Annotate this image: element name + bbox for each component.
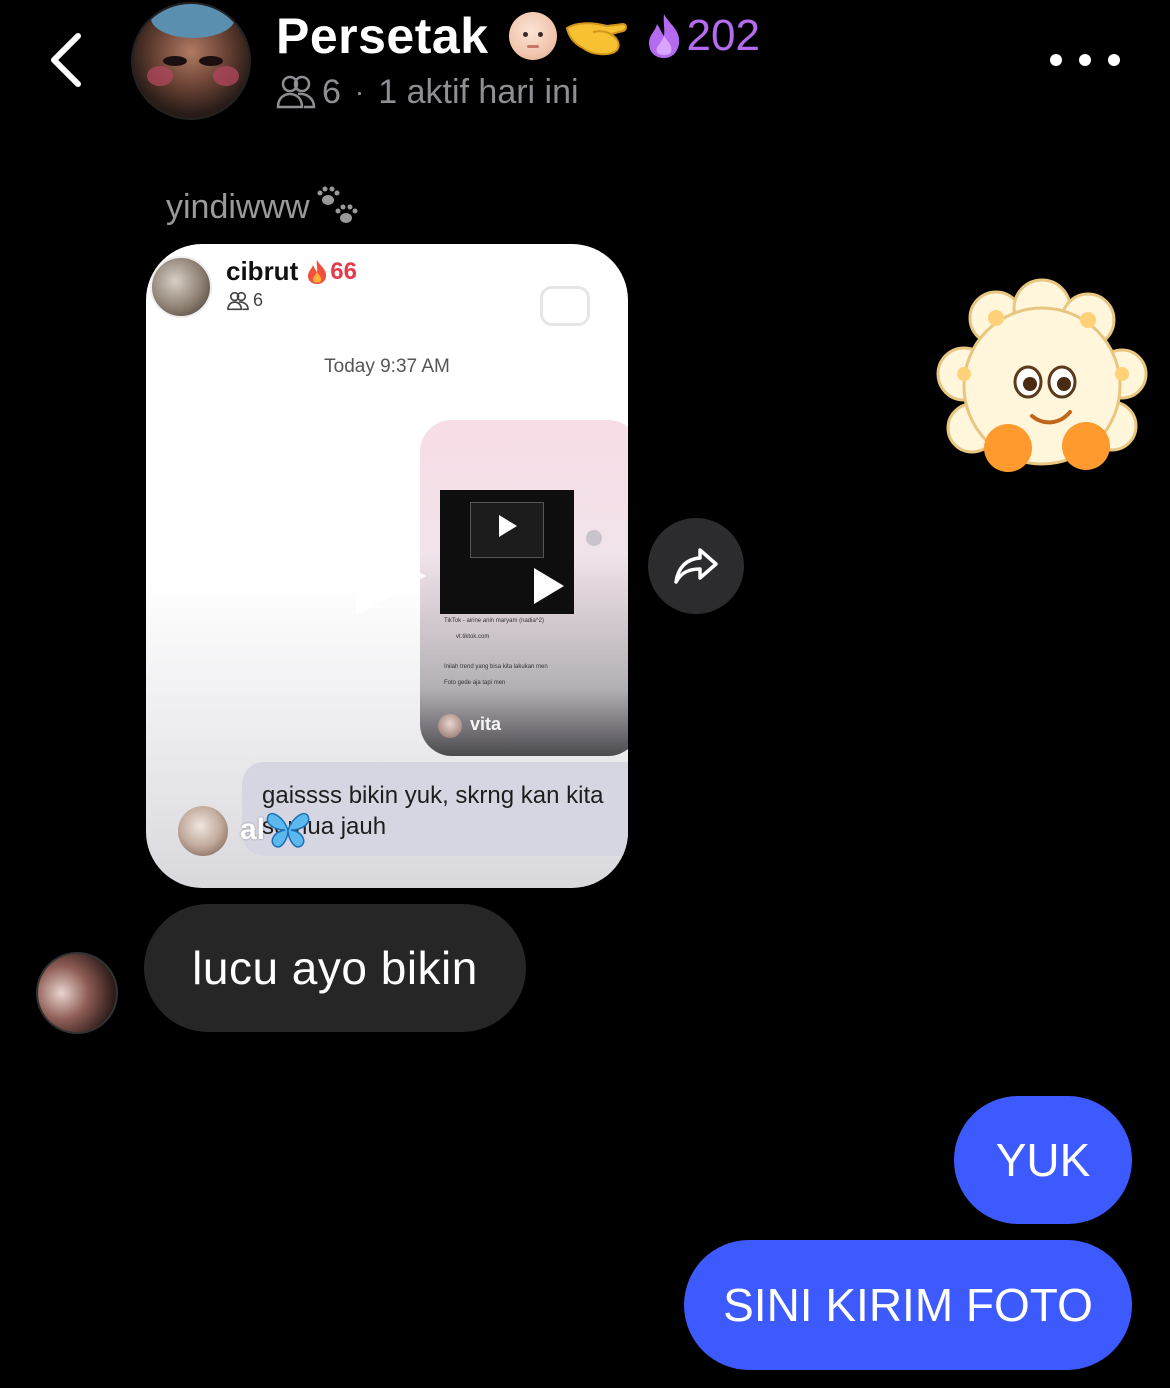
- separator-dot: ·: [354, 76, 365, 107]
- caption-author-avatar: [178, 806, 228, 856]
- shared-post-sender: yindiwww: [166, 186, 360, 228]
- reply-sender-avatar[interactable]: [36, 952, 118, 1034]
- sender-name: yindiwww: [166, 187, 310, 226]
- inner-line: Inilah trend yang bisa kita lakukan men: [444, 664, 548, 670]
- activity-status: 1 aktif hari ini: [378, 72, 579, 111]
- pinching-hand-emoji: [563, 14, 629, 58]
- group-title[interactable]: Persetak 202: [276, 8, 760, 64]
- group-name: Persetak: [276, 8, 489, 64]
- more-icon: [1050, 54, 1062, 66]
- members-icon: [227, 291, 249, 310]
- popcorn-sticker[interactable]: [936, 278, 1150, 492]
- message-bubble-received[interactable]: lucu ayo bikin: [144, 904, 526, 1032]
- message-bubble-sent[interactable]: YUK: [954, 1096, 1132, 1224]
- share-button[interactable]: [648, 518, 744, 614]
- baby-face-emoji: [508, 12, 557, 60]
- flame-icon: [308, 259, 327, 284]
- more-options-button[interactable]: [1050, 40, 1120, 80]
- back-button[interactable]: [40, 28, 96, 92]
- purple-flame-icon: [645, 12, 683, 60]
- card-members: 6: [226, 290, 263, 311]
- group-avatar[interactable]: [131, 2, 251, 120]
- caption-author: al: [240, 810, 311, 850]
- inner-share-icon: [586, 530, 602, 546]
- paw-prints-icon: [317, 186, 358, 223]
- card-streak: 66: [330, 257, 357, 285]
- inner-video-thumbnail: [440, 490, 574, 614]
- inner-shared-message: TikTok - airine anin maryam (nadia^2) vt…: [420, 420, 628, 756]
- small-play-icon: [499, 515, 517, 537]
- card-title: cibrut 66: [226, 256, 357, 287]
- message-bubble-sent[interactable]: SINI KIRIM FOTO: [684, 1240, 1132, 1370]
- inner-sender-avatar: [438, 714, 462, 738]
- play-icon: [534, 568, 564, 604]
- play-icon: [356, 536, 426, 616]
- back-chevron-icon: [51, 33, 81, 87]
- card-chat-name: cibrut: [226, 256, 299, 286]
- inner-thumb: [470, 502, 544, 558]
- members-icon: [276, 75, 316, 109]
- card-timestamp: Today 9:37 AM: [324, 356, 450, 377]
- shared-chat-preview[interactable]: cibrut 66 6 Today 9:37 AM TikTok - airin…: [146, 244, 628, 888]
- card-member-count: 6: [253, 290, 264, 310]
- caption-text: gaissss bikin yuk, skrng kan kita semua …: [262, 782, 604, 840]
- popcorn-sticker-icon: [936, 278, 1148, 472]
- inner-sender-name: vita: [470, 714, 502, 734]
- inner-line: vt.tiktok.com: [456, 634, 490, 640]
- card-group-avatar: [150, 256, 212, 318]
- card-corner-icon: [540, 286, 590, 326]
- inner-line: Foto gede aja tapi men: [444, 680, 506, 686]
- inner-line: TikTok - airine anin maryam (nadia^2): [444, 618, 544, 624]
- butterfly-icon: [266, 812, 310, 848]
- member-count: 6: [322, 72, 341, 111]
- streak-count: 202: [686, 11, 760, 60]
- caption-author-name: al: [240, 813, 266, 846]
- share-arrow-icon: [674, 548, 718, 584]
- group-subtitle: 6 · 1 aktif hari ini: [276, 70, 579, 114]
